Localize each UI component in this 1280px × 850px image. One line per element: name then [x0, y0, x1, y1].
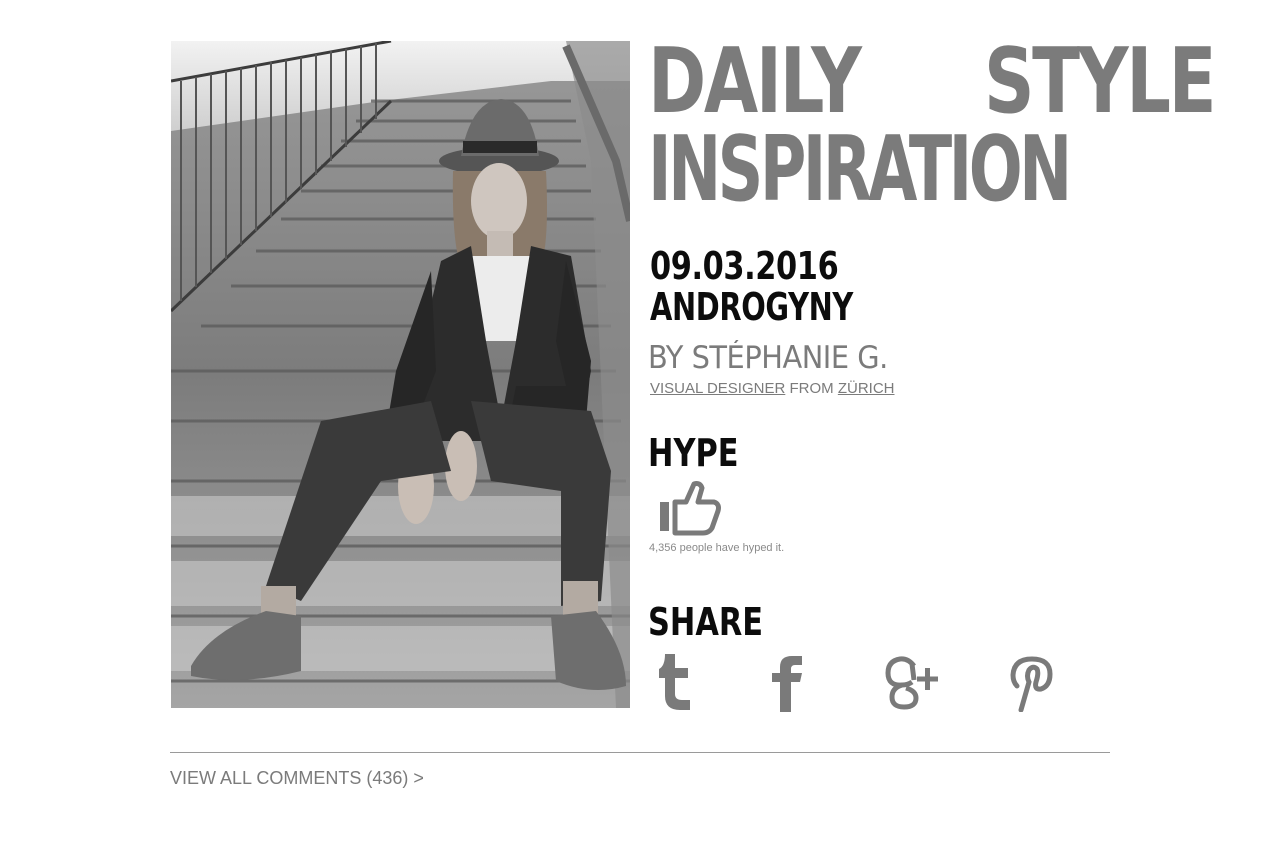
share-facebook-button[interactable] [770, 652, 806, 712]
post-date: 09.03.2016 [650, 244, 839, 288]
headline-line-1: DAILY STYLE [648, 29, 1217, 134]
share-pinterest-button[interactable] [1008, 652, 1054, 712]
author-from-text: FROM [785, 380, 838, 397]
google-plus-icon [885, 656, 938, 710]
headline-word-daily: DAILY [648, 29, 862, 134]
share-tumblr-button[interactable] [656, 652, 696, 712]
hype-button[interactable] [656, 478, 722, 538]
author-role-link[interactable]: VISUAL DESIGNER [650, 380, 785, 397]
comments-divider [170, 752, 1110, 753]
hype-title: HYPE [648, 431, 739, 475]
headline-line-2: INSPIRATION [648, 117, 1116, 222]
pinterest-icon [1010, 656, 1053, 712]
thumbs-up-icon [660, 481, 721, 536]
hero-photo [171, 41, 630, 708]
author-meta: VISUAL DESIGNER FROM ZÜRICH [650, 379, 895, 399]
share-google-plus-button[interactable] [884, 652, 942, 712]
post-topic: ANDROGYNY [650, 285, 853, 329]
tumblr-icon [659, 654, 690, 710]
facebook-icon [772, 656, 802, 712]
author-location-link[interactable]: ZÜRICH [838, 380, 895, 397]
view-all-comments-link[interactable]: VIEW ALL COMMENTS (436) > [170, 766, 424, 790]
headline-word-inspiration: INSPIRATION [648, 117, 1072, 222]
woman-on-stairs-photo [171, 41, 630, 708]
headline-word-style: STYLE [984, 29, 1217, 134]
share-title: SHARE [648, 600, 764, 644]
headline: DAILY STYLE INSPIRATION [648, 29, 1217, 222]
author-byline: BY STÉPHANIE G. [648, 340, 888, 376]
hype-count: 4,356 people have hyped it. [649, 542, 785, 554]
